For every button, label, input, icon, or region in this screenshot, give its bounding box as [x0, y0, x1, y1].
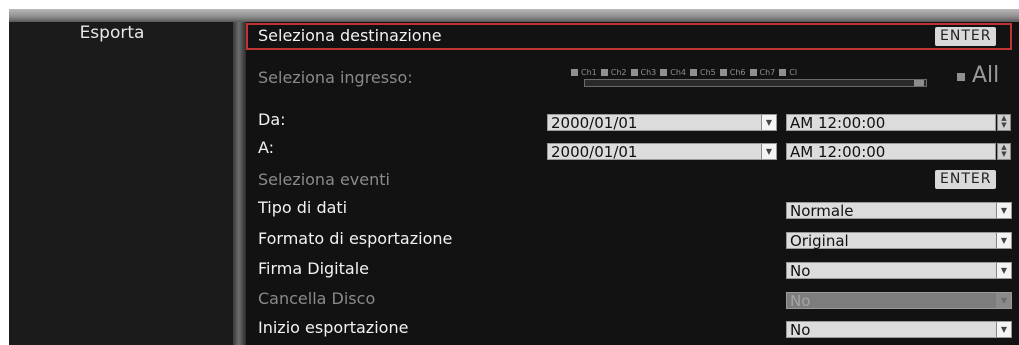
channel-8-checkbox[interactable]: Cl [779, 68, 797, 77]
erase-disk-value: No [790, 292, 811, 310]
checkbox-icon [779, 69, 787, 76]
export-format-select[interactable]: Original ▼ [786, 232, 1012, 250]
to-time-value: AM 12:00:00 [790, 143, 886, 161]
channel-3-checkbox[interactable]: Ch3 [630, 68, 657, 77]
sidebar [9, 22, 233, 345]
channel-6-checkbox[interactable]: Ch6 [719, 68, 746, 77]
channel-8-label: Cl [789, 68, 798, 77]
destination-enter-button[interactable]: ENTER [935, 27, 997, 46]
channel-scrollbar-handle[interactable] [914, 80, 924, 86]
data-type-select[interactable]: Normale ▼ [786, 202, 1012, 220]
all-channels-label: All [972, 63, 1000, 88]
channel-7-checkbox[interactable]: Ch7 [749, 68, 776, 77]
digital-signature-value: No [790, 262, 811, 280]
from-date-value: 2000/01/01 [551, 114, 638, 132]
checkbox-icon [719, 69, 727, 76]
channel-4-label: Ch4 [670, 68, 686, 77]
chevron-down-icon: ▼ [996, 263, 1011, 278]
events-label: Seleziona eventi [258, 170, 390, 189]
from-label: Da: [258, 110, 286, 129]
sidebar-divider [233, 22, 246, 345]
destination-label: Seleziona destinazione [258, 26, 442, 45]
checkbox-icon [630, 69, 638, 76]
channel-2-checkbox[interactable]: Ch2 [600, 68, 627, 77]
data-type-value: Normale [790, 202, 854, 220]
from-time-value: AM 12:00:00 [790, 114, 886, 132]
chevron-down-icon: ▼ [996, 203, 1011, 218]
channel-6-label: Ch6 [729, 68, 746, 77]
sidebar-title: Esporta [79, 23, 145, 43]
events-enter-button[interactable]: ENTER [935, 170, 997, 189]
spinner-icon[interactable]: ▲ ▼ [997, 143, 1011, 160]
channel-2-label: Ch2 [610, 68, 627, 77]
erase-disk-label: Cancella Disco [258, 289, 376, 308]
checkbox-icon [571, 69, 578, 76]
chevron-down-icon: ▼ [996, 233, 1011, 248]
chevron-down-icon: ▼ [996, 293, 1011, 308]
to-date-value: 2000/01/01 [551, 143, 638, 161]
channel-5-label: Ch5 [700, 68, 716, 77]
chevron-down-icon: ▼ [761, 144, 776, 159]
channel-1-checkbox[interactable]: Ch1 [571, 68, 597, 77]
digital-signature-label: Firma Digitale [258, 259, 369, 278]
chevron-down-icon: ▼ [761, 115, 776, 130]
channel-3-label: Ch3 [640, 68, 657, 77]
input-label: Seleziona ingresso: [258, 68, 413, 87]
channel-scrollbar[interactable] [584, 79, 927, 87]
from-date-select[interactable]: 2000/01/01 ▼ [547, 114, 777, 132]
checkbox-icon [749, 69, 757, 76]
all-channels-checkbox[interactable] [957, 73, 965, 81]
channel-1-label: Ch1 [581, 68, 597, 77]
start-export-label: Inizio esportazione [258, 318, 409, 337]
spinner-icon[interactable]: ▲ ▼ [997, 114, 1011, 131]
from-time-field[interactable]: AM 12:00:00 ▲ ▼ [786, 114, 1011, 132]
chevron-down-icon: ▼ [996, 322, 1011, 337]
start-export-value: No [790, 321, 811, 339]
channel-checkboxes: Ch1 Ch2 Ch3 Ch4 Ch5 Ch6 Ch7 Cl [571, 62, 801, 77]
to-label: A: [258, 138, 275, 157]
to-date-select[interactable]: 2000/01/01 ▼ [547, 143, 777, 161]
start-export-select[interactable]: No ▼ [786, 321, 1012, 339]
to-time-field[interactable]: AM 12:00:00 ▲ ▼ [786, 143, 1011, 161]
channel-7-label: Ch7 [759, 68, 776, 77]
erase-disk-select: No ▼ [786, 292, 1012, 310]
channel-5-checkbox[interactable]: Ch5 [690, 68, 716, 77]
export-format-value: Original [790, 232, 849, 250]
digital-signature-select[interactable]: No ▼ [786, 262, 1012, 280]
checkbox-icon [600, 69, 608, 76]
channel-4-checkbox[interactable]: Ch4 [660, 68, 686, 77]
top-bar [9, 9, 1019, 22]
export-format-label: Formato di esportazione [258, 229, 453, 248]
checkbox-icon [660, 69, 668, 76]
data-type-label: Tipo di dati [258, 198, 348, 217]
checkbox-icon [690, 69, 697, 76]
